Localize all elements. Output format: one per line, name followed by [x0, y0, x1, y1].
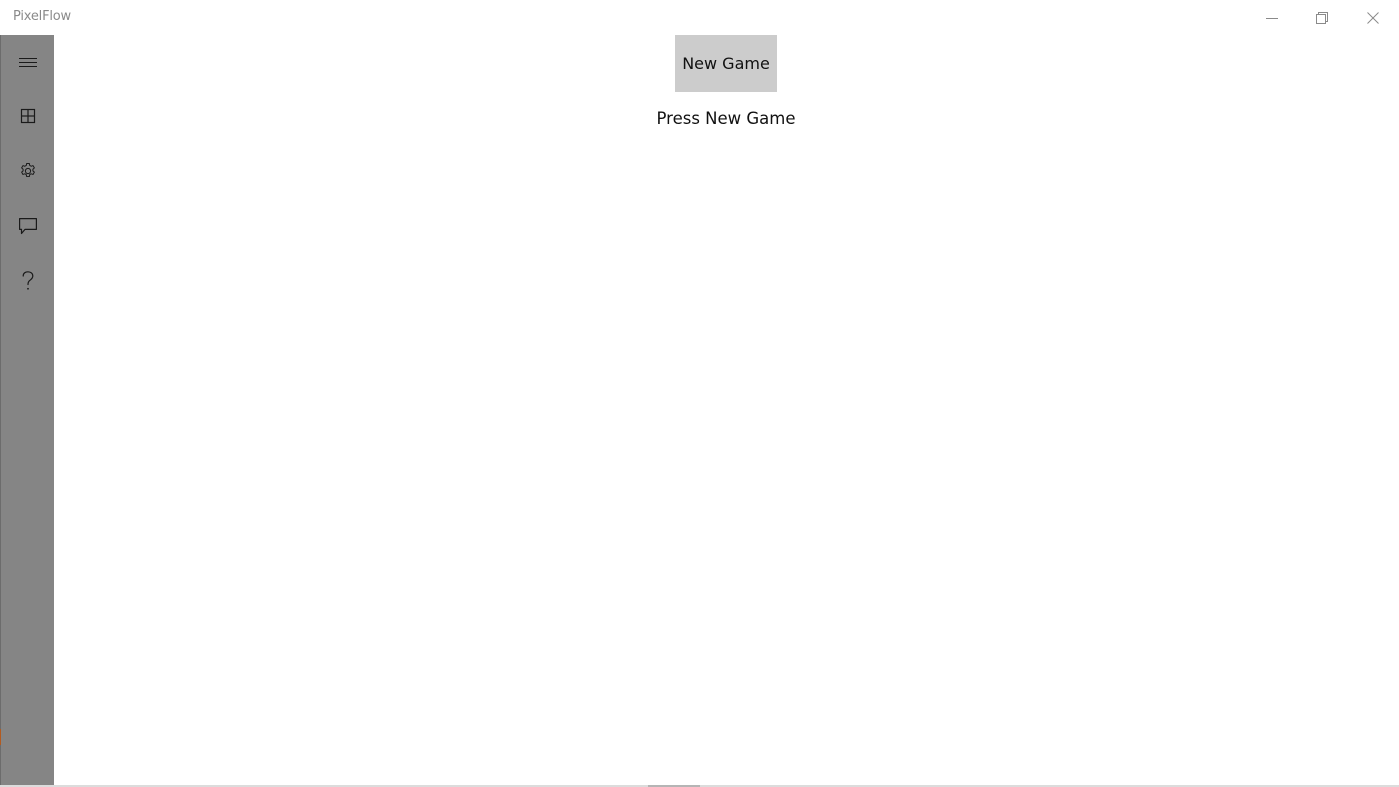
- sidebar-item-help[interactable]: [1, 254, 54, 308]
- sidebar: [1, 35, 54, 787]
- new-game-button[interactable]: New Game: [675, 35, 777, 92]
- restore-button[interactable]: [1297, 0, 1347, 35]
- app-window: PixelFlow New Game Press New Game: [0, 0, 1399, 787]
- sidebar-item-settings[interactable]: [1, 144, 54, 198]
- app-title: PixelFlow: [13, 9, 71, 24]
- hamburger-icon: [18, 58, 37, 67]
- grid-icon: [20, 108, 35, 124]
- main-content: New Game Press New Game: [54, 35, 1399, 787]
- gear-icon: [20, 163, 35, 178]
- status-message: Press New Game: [656, 109, 796, 128]
- close-icon: [1367, 11, 1379, 24]
- minimize-icon: [1266, 17, 1278, 19]
- title-bar[interactable]: PixelFlow: [0, 0, 1399, 35]
- question-icon: [22, 271, 33, 290]
- minimize-button[interactable]: [1247, 0, 1297, 35]
- close-button[interactable]: [1348, 0, 1398, 35]
- sidebar-item-levels[interactable]: [1, 89, 54, 143]
- sidebar-item-feedback[interactable]: [1, 199, 54, 253]
- sidebar-item-menu[interactable]: [1, 35, 54, 89]
- restore-icon: [1316, 11, 1328, 24]
- chat-icon: [18, 217, 37, 234]
